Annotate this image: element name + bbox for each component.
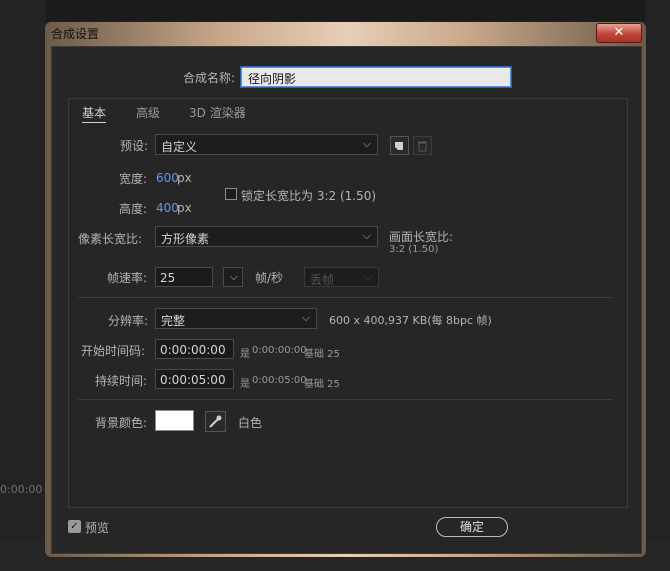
width-value[interactable]: 600 <box>156 171 179 185</box>
preview-checkbox[interactable]: ✓ <box>68 520 81 533</box>
comp-name-input[interactable]: 径向阴影 <box>241 67 511 87</box>
frame-rate-dropdown[interactable]: ⌵ <box>223 267 243 287</box>
tab-3d-renderer[interactable]: 3D 渲染器 <box>189 104 246 121</box>
close-icon: ✕ <box>613 25 625 40</box>
resolution-info: 600 x 400,937 KB(每 8bpc 帧) <box>329 314 492 327</box>
check-icon: ✓ <box>70 521 79 532</box>
preset-select[interactable]: 自定义 ⌵ <box>155 134 378 155</box>
chevron-down-icon: ⌵ <box>301 311 310 324</box>
chevron-down-icon: ⌵ <box>229 270 238 283</box>
height-value[interactable]: 400 <box>156 201 179 215</box>
start-timecode-base: 基础 25 <box>304 349 340 360</box>
chevron-down-icon: ⌵ <box>363 270 372 283</box>
background-timecode: 0:00:00 <box>0 483 43 496</box>
resolution-value: 完整 <box>161 314 186 328</box>
width-unit: px <box>177 171 192 185</box>
bg-color-label: 背景颜色: <box>95 416 148 430</box>
start-timecode-info: 0:00:00:00 <box>252 345 307 356</box>
eyedropper-button[interactable] <box>205 411 226 432</box>
duration-label: 持续时间: <box>95 374 148 388</box>
height-unit: px <box>177 201 192 215</box>
preview-label: 预览 <box>85 521 110 535</box>
lock-ratio-label: 锁定长宽比为 3:2 (1.50) <box>241 189 377 203</box>
comp-name-label: 合成名称: <box>183 71 236 85</box>
start-timecode-prefix: 是 <box>240 349 250 360</box>
resolution-label: 分辨率: <box>108 314 149 328</box>
duration-prefix: 是 <box>240 379 250 390</box>
width-label: 宽度: <box>119 172 148 186</box>
background-app-right <box>645 0 670 571</box>
divider <box>78 399 612 400</box>
trash-icon <box>418 141 427 152</box>
start-timecode-input[interactable]: 0:00:00:00 <box>155 339 234 359</box>
duration-info: 0:00:05:00 <box>252 375 307 386</box>
bg-color-swatch[interactable] <box>155 410 194 431</box>
close-button[interactable]: ✕ <box>596 23 642 43</box>
dialog-title: 合成设置 <box>51 27 100 41</box>
ok-button[interactable]: 确定 <box>436 517 508 537</box>
save-preset-icon <box>395 142 403 150</box>
pixel-aspect-label: 像素长宽比: <box>78 232 143 246</box>
height-label: 高度: <box>119 202 148 216</box>
tab-advanced[interactable]: 高级 <box>136 104 160 121</box>
chevron-down-icon: ⌵ <box>362 137 371 150</box>
pixel-aspect-value: 方形像素 <box>161 232 210 246</box>
duration-input[interactable]: 0:00:05:00 <box>155 369 234 389</box>
divider <box>78 297 612 298</box>
frame-aspect-label: 画面长宽比: <box>389 230 454 244</box>
bg-color-name: 白色 <box>238 416 263 430</box>
preset-label: 预设: <box>120 139 149 153</box>
tab-basic[interactable]: 基本 <box>82 104 107 123</box>
eyedropper-icon <box>209 415 222 428</box>
save-preset-button[interactable] <box>390 136 409 155</box>
start-timecode-label: 开始时间码: <box>81 344 146 358</box>
resolution-select[interactable]: 完整 ⌵ <box>155 308 317 329</box>
duration-base: 基础 25 <box>304 379 340 390</box>
frame-rate-unit: 帧/秒 <box>255 271 284 285</box>
lock-ratio-checkbox[interactable] <box>225 188 237 200</box>
delete-preset-button[interactable] <box>413 136 432 155</box>
chevron-down-icon: ⌵ <box>362 229 371 242</box>
frame-rate-input[interactable]: 25 <box>155 267 213 287</box>
frame-rate-label: 帧速率: <box>107 271 148 285</box>
pixel-aspect-select[interactable]: 方形像素 ⌵ <box>155 226 378 247</box>
preset-value: 自定义 <box>161 140 198 154</box>
drop-frame-value: 丢帧 <box>310 273 335 287</box>
frame-aspect-value: 3:2 (1.50) <box>389 244 439 255</box>
settings-panel <box>68 98 628 508</box>
drop-frame-select: 丢帧 ⌵ <box>304 267 379 287</box>
